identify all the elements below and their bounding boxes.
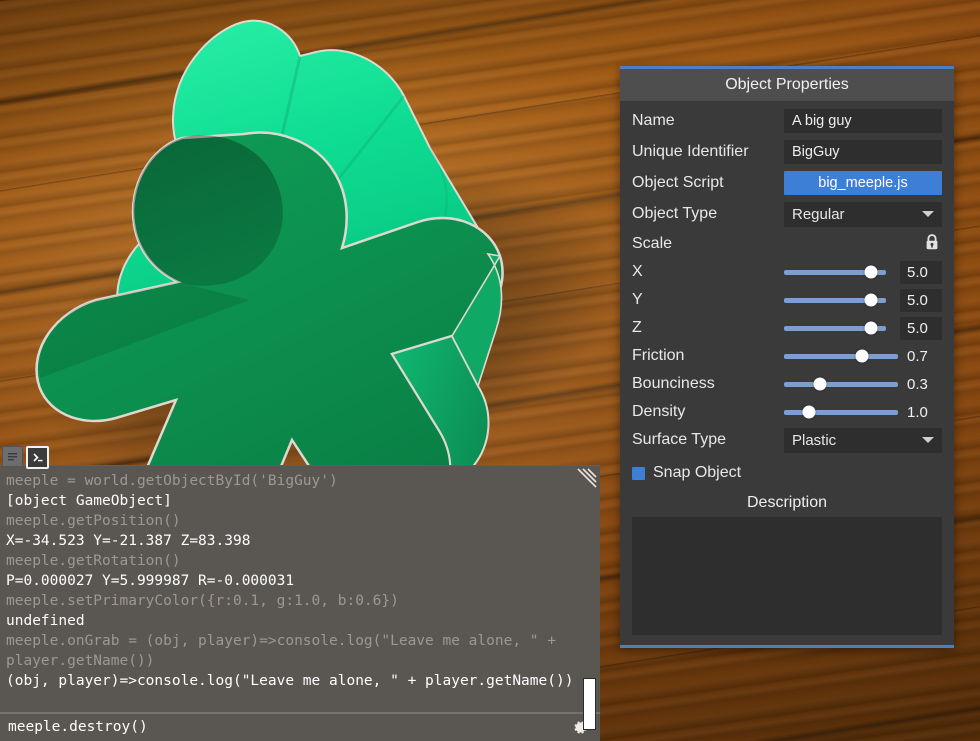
meeple-object[interactable] <box>0 0 620 465</box>
object-type-row: Object Type Regular <box>632 200 942 228</box>
scale-x-slider-thumb[interactable] <box>864 265 878 279</box>
terminal-prompt-icon <box>32 452 42 462</box>
scale-header-row: Scale <box>632 231 942 257</box>
bounciness-row: Bounciness 0.3 <box>632 370 942 398</box>
density-value[interactable]: 1.0 <box>900 401 942 424</box>
console-output: meeple = world.getObjectById('BigGuy') [o… <box>0 471 600 707</box>
console-input-line: meeple.setPrimaryColor({r:0.1, g:1.0, b:… <box>6 593 399 609</box>
friction-slider[interactable] <box>784 349 898 363</box>
scale-x-row: X 5.0 <box>632 258 942 286</box>
scale-y-slider[interactable] <box>784 293 886 307</box>
density-slider[interactable] <box>784 405 898 419</box>
friction-value[interactable]: 0.7 <box>900 345 942 368</box>
bounciness-label: Bounciness <box>632 375 715 392</box>
snap-object-label: Snap Object <box>653 464 742 481</box>
surface-type-select[interactable]: Plastic <box>784 427 942 453</box>
scale-y-label: Y <box>632 291 643 308</box>
description-label: Description <box>746 494 828 511</box>
console-input-line: meeple.getPosition() <box>6 513 181 529</box>
scale-label: Scale <box>632 235 673 252</box>
name-label: Name <box>632 112 675 129</box>
name-input[interactable]: A big guy <box>784 109 942 133</box>
uid-input[interactable]: BigGuy <box>784 140 942 164</box>
chevron-down-icon <box>922 437 934 443</box>
bounciness-value[interactable]: 0.3 <box>900 373 942 396</box>
object-type-label: Object Type <box>632 205 718 222</box>
console-output-line: (obj, player)=>console.log("Leave me alo… <box>6 673 574 689</box>
uid-row: Unique Identifier BigGuy <box>632 138 942 166</box>
log-tab[interactable] <box>2 446 23 467</box>
bounciness-slider[interactable] <box>784 377 898 391</box>
snap-object-row[interactable]: Snap Object <box>632 458 942 488</box>
scale-x-label: X <box>632 263 643 280</box>
surface-type-value: Plastic <box>792 431 837 449</box>
scale-y-value[interactable]: 5.0 <box>900 288 942 312</box>
friction-row: Friction 0.7 <box>632 342 942 370</box>
snap-object-checkbox[interactable] <box>632 466 645 480</box>
scale-y-row: Y 5.0 <box>632 286 942 314</box>
density-label: Density <box>632 403 686 420</box>
scale-z-slider[interactable] <box>784 321 886 335</box>
log-lines-icon <box>8 453 17 461</box>
scale-z-row: Z 5.0 <box>632 314 942 342</box>
console-input-row[interactable]: meeple.destroy() <box>0 712 600 741</box>
name-row: Name A big guy <box>632 107 942 135</box>
uid-label: Unique Identifier <box>632 143 749 160</box>
console-output-line: [object GameObject] <box>6 493 172 509</box>
script-row: Object Script big_meeple.js <box>632 169 942 197</box>
script-tab[interactable] <box>26 446 49 469</box>
console-input-line: meeple = world.getObjectById('BigGuy') <box>6 473 338 489</box>
friction-label: Friction <box>632 347 685 364</box>
panel-title: Object Properties <box>620 69 954 101</box>
object-type-value: Regular <box>792 205 845 223</box>
console-output-line: X=-34.523 Y=-21.387 Z=83.398 <box>6 533 251 549</box>
script-label: Object Script <box>632 174 724 191</box>
console-scrollbar[interactable] <box>583 678 596 730</box>
script-console[interactable]: meeple = world.getObjectById('BigGuy') [o… <box>0 465 600 741</box>
console-tab-bar[interactable] <box>2 446 49 469</box>
density-row: Density 1.0 <box>632 398 942 426</box>
scale-z-label: Z <box>632 319 642 336</box>
density-slider-thumb[interactable] <box>802 405 816 419</box>
scale-x-value[interactable]: 5.0 <box>900 260 942 284</box>
chevron-down-icon <box>922 211 934 217</box>
bounciness-slider-thumb[interactable] <box>813 377 827 391</box>
object-properties-panel[interactable]: Object Properties Name A big guy Unique … <box>620 66 954 648</box>
object-type-select[interactable]: Regular <box>784 201 942 227</box>
surface-type-row: Surface Type Plastic <box>632 426 942 454</box>
surface-type-label: Surface Type <box>632 431 726 448</box>
scale-x-slider[interactable] <box>784 265 886 279</box>
console-output-line: undefined <box>6 613 85 629</box>
lock-closed-icon[interactable] <box>924 233 940 256</box>
scale-z-value[interactable]: 5.0 <box>900 316 942 340</box>
scale-y-slider-thumb[interactable] <box>864 293 878 307</box>
friction-slider-thumb[interactable] <box>855 349 869 363</box>
console-input-line: meeple.onGrab = (obj, player)=>console.l… <box>6 633 565 669</box>
description-textarea[interactable] <box>632 517 942 635</box>
console-input-line: meeple.getRotation() <box>6 553 181 569</box>
console-output-line: P=0.000027 Y=5.999987 R=-0.000031 <box>6 573 295 589</box>
script-button[interactable]: big_meeple.js <box>784 171 942 195</box>
console-input[interactable]: meeple.destroy() <box>0 719 566 735</box>
scale-z-slider-thumb[interactable] <box>864 321 878 335</box>
